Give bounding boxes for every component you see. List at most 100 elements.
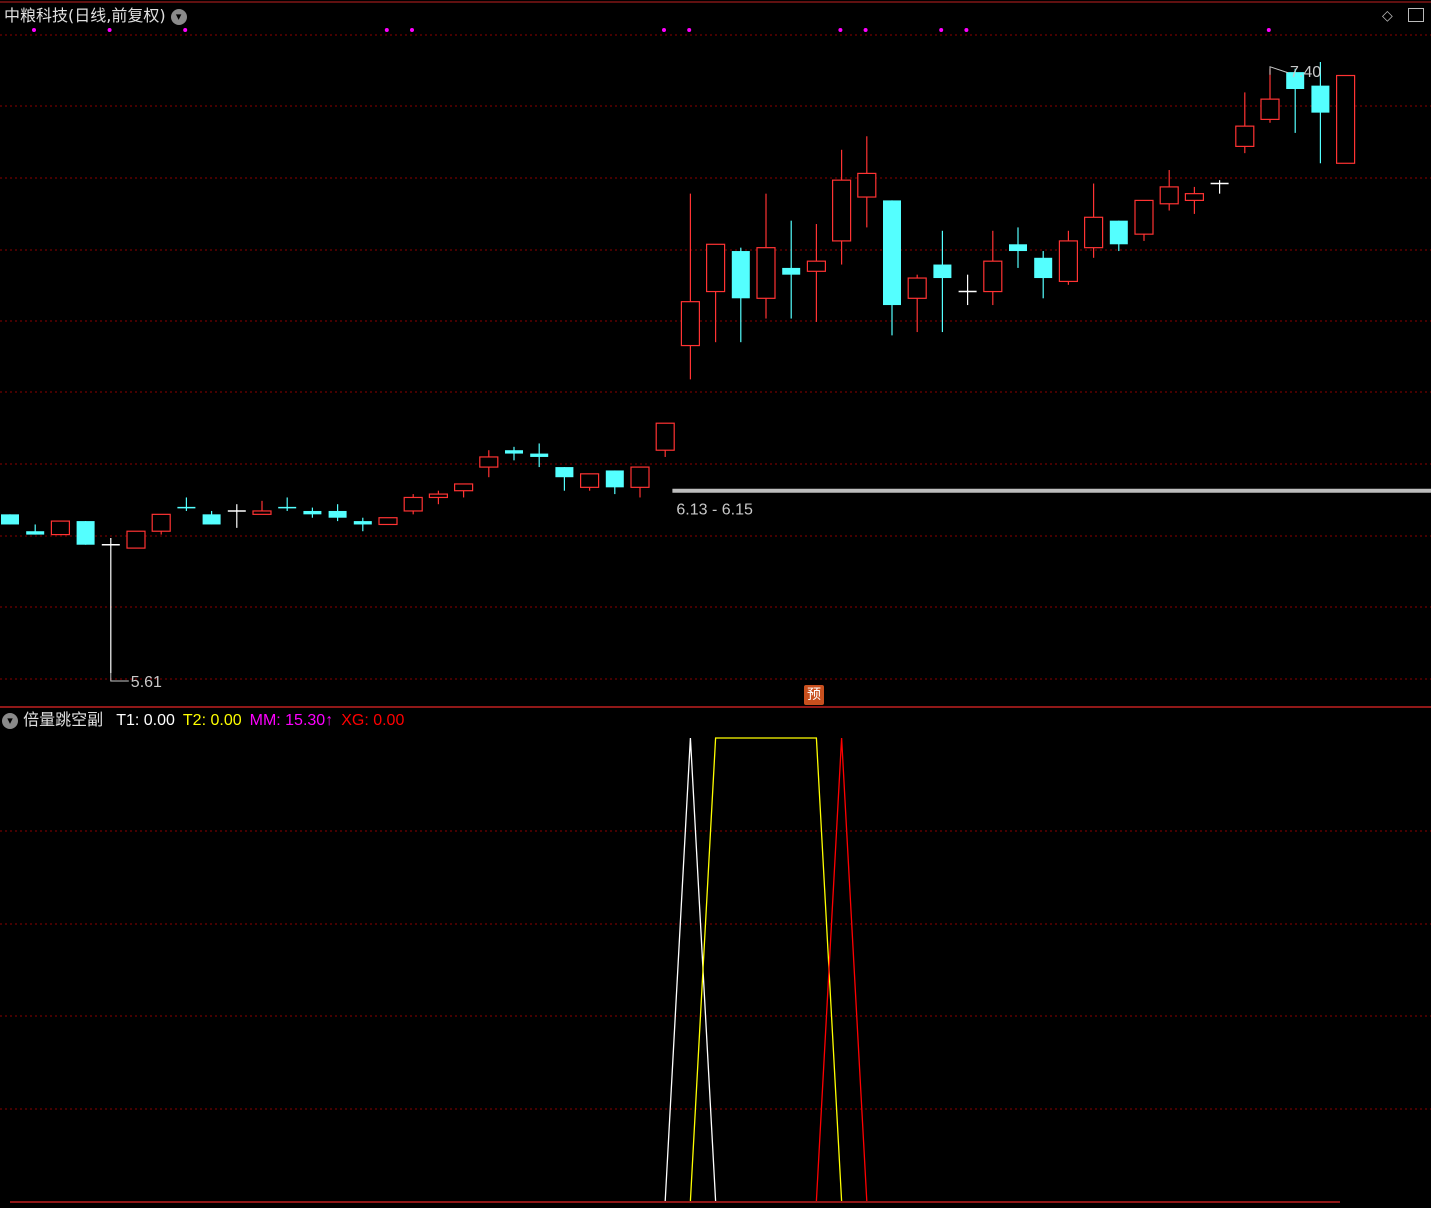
- candle: [252, 500, 272, 515]
- candle-body: [403, 496, 423, 512]
- candle: [933, 230, 952, 333]
- window-icon[interactable]: [1408, 8, 1424, 22]
- candle: [958, 274, 977, 306]
- candle: [579, 473, 600, 491]
- signal-dot: [107, 28, 112, 32]
- candle-body: [579, 473, 600, 488]
- chart-canvas[interactable]: 5.61 7.40 6.13 - 6.15: [0, 0, 1431, 1208]
- candle-body: [680, 301, 701, 347]
- signal-dot: [964, 28, 969, 32]
- candle-body: [857, 172, 877, 198]
- candle-body: [983, 260, 1003, 293]
- indicator-chart: [664, 737, 868, 1202]
- candle: [731, 247, 750, 343]
- candle-body: [1335, 74, 1356, 164]
- diamond-icon[interactable]: ◇: [1382, 8, 1393, 24]
- signal-dot: [32, 28, 36, 32]
- chevron-down-icon[interactable]: ▾: [170, 8, 187, 25]
- candle-body: [806, 260, 827, 272]
- series-t2: [689, 737, 843, 1202]
- signal-dot: [183, 28, 188, 32]
- candle: [101, 537, 120, 673]
- candle-body: [428, 493, 448, 499]
- candle-body: [1058, 240, 1079, 283]
- candle-body: [1, 514, 19, 525]
- candle-body: [705, 243, 726, 293]
- candle: [50, 520, 71, 536]
- candle: [1260, 68, 1280, 123]
- candle: [831, 149, 852, 265]
- candle: [1159, 170, 1179, 211]
- signal-dot: [384, 28, 389, 32]
- candle: [782, 220, 801, 319]
- candle: [756, 193, 776, 319]
- candle: [328, 504, 347, 522]
- candle-body: [353, 521, 372, 525]
- gap-label: 6.13 - 6.15: [676, 502, 753, 519]
- candle: [630, 466, 650, 498]
- indicator-item-mm: MM: 15.30↑: [249, 712, 334, 729]
- indicator-item-xg: XG: 0.00: [341, 712, 405, 729]
- signal-dot: [1266, 28, 1271, 32]
- candle: [705, 243, 726, 343]
- candle-body: [630, 466, 650, 488]
- series-xg: [815, 737, 868, 1202]
- candle: [151, 513, 171, 535]
- candle: [806, 224, 827, 322]
- candle-body: [151, 513, 171, 532]
- candle-body: [731, 251, 750, 299]
- candle: [403, 494, 423, 515]
- candle: [655, 422, 675, 457]
- indicator-item-t1: T1: 0.00: [116, 712, 175, 729]
- candle-body: [1235, 125, 1255, 147]
- candle: [1134, 199, 1154, 241]
- candle-body: [378, 517, 398, 526]
- signal-dot: [863, 28, 868, 32]
- candle: [505, 446, 523, 461]
- candle: [26, 524, 45, 535]
- candle-body: [1109, 220, 1128, 245]
- candle: [1335, 74, 1356, 164]
- main-chart: 5.61 7.40 6.13 - 6.15: [1, 28, 1431, 691]
- candle: [907, 274, 927, 333]
- candle-body: [1083, 216, 1104, 249]
- candle-body: [328, 510, 347, 518]
- candle-body: [505, 450, 523, 454]
- candle-body: [1134, 199, 1154, 235]
- candle-body: [555, 467, 574, 478]
- candle: [479, 450, 499, 478]
- candle-body: [303, 510, 322, 515]
- candle-body: [831, 179, 852, 242]
- indicator-name: 倍量跳空副: [23, 710, 104, 729]
- candle: [177, 497, 196, 511]
- candle-body: [907, 277, 927, 299]
- candle-body: [1159, 186, 1179, 205]
- indicator-header: ▾ 倍量跳空副 T1: 0.00 T2: 0.00 MM: 15.30↑ XG: 0.…: [2, 710, 404, 731]
- candle-body: [202, 514, 221, 525]
- signal-dot: [662, 28, 666, 32]
- candle: [1034, 251, 1053, 299]
- candle: [605, 470, 624, 495]
- high-pointer: [1269, 66, 1289, 75]
- low-pointer: [110, 672, 129, 682]
- candle: [428, 490, 448, 505]
- signal-dot: [838, 28, 843, 32]
- candle-body: [1034, 257, 1053, 279]
- candle-body: [26, 531, 45, 535]
- candle: [857, 136, 877, 228]
- candle: [278, 497, 297, 511]
- prediction-badge: 预: [804, 685, 824, 705]
- candle: [76, 521, 95, 545]
- chart-title: 中粮科技(日线,前复权): [4, 6, 166, 25]
- candle-body: [1009, 244, 1027, 252]
- grid-layer: [0, 1, 1431, 1203]
- candle: [1009, 227, 1027, 268]
- signal-dot: [410, 28, 414, 32]
- candle: [983, 230, 1003, 306]
- chevron-down-icon[interactable]: ▾: [2, 712, 18, 729]
- candle: [1, 514, 19, 525]
- candle-body: [530, 453, 549, 457]
- chart-header: 中粮科技(日线,前复权) ▾: [4, 6, 187, 26]
- candle-body: [605, 470, 624, 488]
- signal-dot: [687, 28, 692, 32]
